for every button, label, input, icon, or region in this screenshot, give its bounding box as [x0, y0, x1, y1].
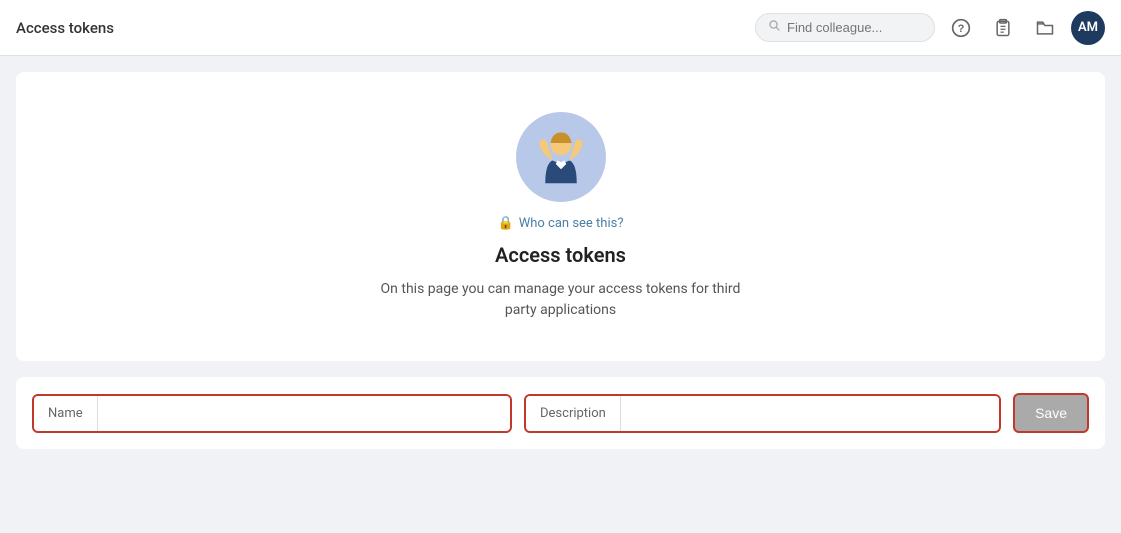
lock-icon: 🔒 — [498, 216, 514, 231]
description-input-group: Description — [524, 394, 1001, 433]
avatar-illustration — [516, 112, 606, 202]
search-box[interactable] — [755, 13, 935, 42]
name-input[interactable] — [98, 396, 510, 431]
form-row: Name Description Save — [32, 393, 1089, 433]
card-description: On this page you can manage your access … — [371, 279, 751, 321]
info-card: 🔒 Who can see this? Access tokens On thi… — [16, 72, 1105, 361]
description-label: Description — [526, 396, 621, 431]
card-title: Access tokens — [495, 243, 626, 267]
who-can-see-link[interactable]: 🔒 Who can see this? — [498, 216, 624, 231]
save-button[interactable]: Save — [1013, 393, 1089, 433]
clipboard-button[interactable] — [987, 12, 1019, 44]
search-icon — [768, 19, 781, 36]
folder-button[interactable] — [1029, 12, 1061, 44]
help-button[interactable]: ? — [945, 12, 977, 44]
form-card: Name Description Save — [16, 377, 1105, 449]
app-header: Access tokens ? — [0, 0, 1121, 56]
user-avatar[interactable]: AM — [1071, 11, 1105, 45]
page-title: Access tokens — [16, 19, 114, 37]
who-can-see-label: Who can see this? — [519, 216, 624, 231]
svg-text:?: ? — [958, 23, 965, 35]
name-input-group: Name — [32, 394, 512, 433]
search-input[interactable] — [787, 20, 917, 35]
description-input[interactable] — [621, 396, 999, 431]
name-label: Name — [34, 396, 98, 431]
header-actions: ? AM — [755, 11, 1105, 45]
main-content: 🔒 Who can see this? Access tokens On thi… — [0, 56, 1121, 465]
